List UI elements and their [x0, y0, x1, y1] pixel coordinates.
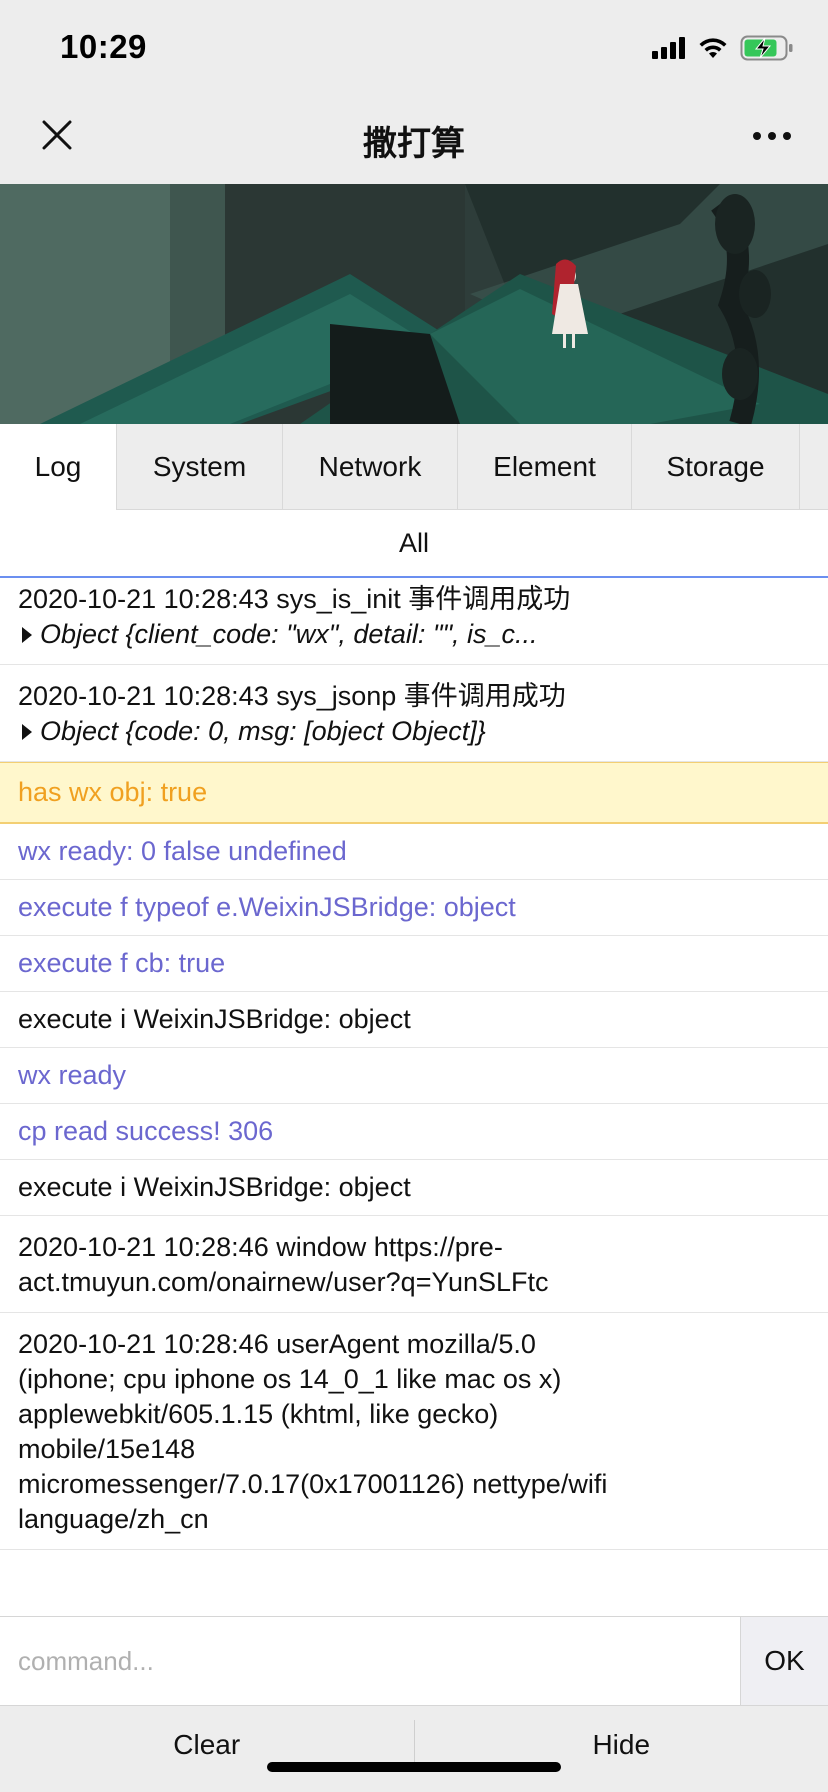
log-item-info: wx ready: [0, 1048, 828, 1104]
log-text: cp read success! 306: [18, 1116, 274, 1146]
log-object-text: Object {client_code: "wx", detail: "", i…: [40, 619, 538, 649]
log-item: 2020-10-21 10:28:46 userAgent mozilla/5.…: [0, 1313, 828, 1550]
signal-icon: [652, 37, 686, 59]
log-text: mobile/15e148: [18, 1434, 196, 1464]
log-text: 2020-10-21 10:28:43 sys_jsonp 事件调用成功: [18, 681, 566, 711]
log-text: execute i WeixinJSBridge: object: [18, 1172, 411, 1202]
tab-overflow[interactable]: [800, 424, 828, 510]
log-text: act.tmuyun.com/onairnew/user?q=YunSLFtc: [18, 1267, 549, 1297]
hide-button[interactable]: Hide: [415, 1706, 828, 1792]
wifi-icon: [698, 37, 728, 59]
filter-all[interactable]: All: [0, 510, 828, 576]
log-object[interactable]: Object {client_code: "wx", detail: "", i…: [18, 617, 810, 652]
banner-image: [0, 184, 828, 424]
status-bar: 10:29: [0, 0, 828, 96]
log-filter-bar: All: [0, 510, 828, 578]
more-button[interactable]: [742, 110, 802, 164]
log-text: wx ready: 0 false undefined: [18, 836, 347, 866]
log-item-info: wx ready: 0 false undefined: [0, 824, 828, 880]
log-item: 2020-10-21 10:28:43 sys_jsonp 事件调用成功 Obj…: [0, 665, 828, 762]
log-text: language/zh_cn: [18, 1504, 209, 1534]
log-item: 2020-10-21 10:28:43 sys_is_init 事件调用成功 O…: [0, 578, 828, 665]
tab-log[interactable]: Log: [0, 424, 117, 510]
command-input[interactable]: [0, 1617, 740, 1705]
tab-system[interactable]: System: [117, 424, 283, 510]
status-icons: [652, 34, 794, 62]
log-item-info: execute f typeof e.WeixinJSBridge: objec…: [0, 880, 828, 936]
expand-arrow-icon[interactable]: [22, 626, 32, 643]
tab-element[interactable]: Element: [458, 424, 632, 510]
log-text: applewebkit/605.1.15 (khtml, like gecko): [18, 1399, 499, 1429]
more-icon: [752, 128, 792, 146]
log-text: has wx obj: true: [18, 777, 208, 807]
log-item-warning: has wx obj: true: [0, 762, 828, 824]
ok-button[interactable]: OK: [740, 1617, 828, 1705]
log-item-info: cp read success! 306: [0, 1104, 828, 1160]
log-text: execute i WeixinJSBridge: object: [18, 1004, 411, 1034]
log-item: execute i WeixinJSBridge: object: [0, 1160, 828, 1216]
log-object-text: Object {code: 0, msg: [object Object]}: [40, 716, 486, 746]
nav-bar: 撒打算: [0, 96, 828, 184]
home-indicator: [267, 1762, 561, 1772]
clear-button[interactable]: Clear: [0, 1706, 414, 1792]
log-text: 2020-10-21 10:28:46 userAgent mozilla/5.…: [18, 1329, 536, 1359]
expand-arrow-icon[interactable]: [22, 723, 32, 740]
log-object[interactable]: Object {code: 0, msg: [object Object]}: [18, 714, 810, 749]
status-time: 10:29: [60, 28, 147, 65]
bottom-bar: Clear Hide: [0, 1705, 828, 1792]
log-list[interactable]: 2020-10-21 10:28:43 sys_is_init 事件调用成功 O…: [0, 578, 828, 1616]
log-text: 2020-10-21 10:28:46 window https://pre-: [18, 1232, 503, 1262]
log-text: (iphone; cpu iphone os 14_0_1 like mac o…: [18, 1364, 562, 1394]
log-text: execute f typeof e.WeixinJSBridge: objec…: [18, 892, 516, 922]
devtools-tabs: Log System Network Element Storage: [0, 424, 828, 510]
page-title: 撒打算: [363, 125, 465, 163]
log-item: 2020-10-21 10:28:46 window https://pre- …: [0, 1216, 828, 1313]
log-text: 2020-10-21 10:28:43 sys_is_init 事件调用成功: [18, 584, 571, 614]
log-text: wx ready: [18, 1060, 127, 1090]
tab-storage[interactable]: Storage: [632, 424, 800, 510]
tab-network[interactable]: Network: [283, 424, 458, 510]
command-bar: OK: [0, 1616, 828, 1705]
log-text: micromessenger/7.0.17(0x17001126) nettyp…: [18, 1469, 608, 1499]
battery-charging-icon: [740, 35, 794, 61]
log-item: execute i WeixinJSBridge: object: [0, 992, 828, 1048]
log-text: execute f cb: true: [18, 948, 226, 978]
log-item-info: execute f cb: true: [0, 936, 828, 992]
